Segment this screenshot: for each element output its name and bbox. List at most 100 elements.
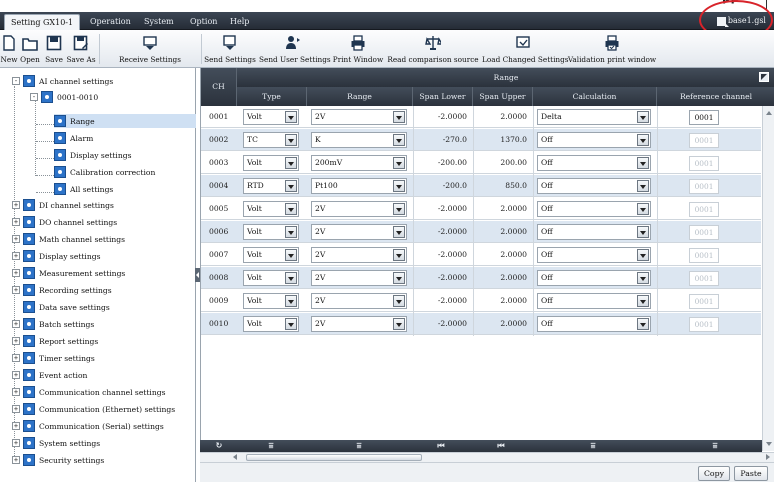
span-upper-cell[interactable]: 2.0000	[473, 221, 533, 243]
type-select[interactable]: Volt	[243, 201, 299, 217]
expand-icon[interactable]: +	[12, 286, 20, 294]
chevron-down-icon[interactable]	[637, 134, 649, 146]
chevron-down-icon[interactable]	[637, 318, 649, 330]
chevron-down-icon[interactable]	[637, 272, 649, 284]
type-select[interactable]: TC	[243, 132, 299, 148]
expand-icon[interactable]: +	[12, 388, 20, 396]
first-record-icon[interactable]: ⏮	[436, 441, 446, 451]
tree-item-communication-serial-settings[interactable]: + Communication (Serial) settings	[12, 419, 164, 433]
expand-icon[interactable]: +	[12, 337, 20, 345]
range-select[interactable]: K	[311, 132, 407, 148]
tab-setting[interactable]: Setting GX10-1	[4, 14, 81, 30]
save-as-button[interactable]: Save As	[66, 32, 96, 66]
chevron-down-icon[interactable]	[393, 180, 405, 192]
type-select[interactable]: RTD	[243, 178, 299, 194]
range-select[interactable]: 2V	[311, 109, 407, 125]
span-lower-cell[interactable]: -2.0000	[413, 244, 473, 266]
filter-icon[interactable]: ⩸	[266, 441, 276, 451]
reference-channel-button[interactable]: 0001	[689, 202, 719, 217]
expand-icon[interactable]: +	[12, 235, 20, 243]
span-upper-cell[interactable]: 2.0000	[473, 267, 533, 289]
expand-icon[interactable]: +	[12, 422, 20, 430]
chevron-down-icon[interactable]	[637, 295, 649, 307]
chevron-down-icon[interactable]	[285, 226, 297, 238]
collapse-icon[interactable]: -	[30, 93, 38, 101]
table-row[interactable]: 0005 Volt 2V -2.0000 2.0000 Off 0001	[201, 198, 761, 220]
calculation-select[interactable]: Off	[537, 316, 651, 332]
scroll-thumb[interactable]	[246, 454, 422, 461]
tree-item-batch-settings[interactable]: + Batch settings	[12, 317, 94, 331]
range-select[interactable]: 2V	[311, 247, 407, 263]
tab-option[interactable]: Option	[184, 14, 223, 30]
table-row[interactable]: 0008 Volt 2V -2.0000 2.0000 Off 0001	[201, 267, 761, 289]
chevron-down-icon[interactable]	[393, 134, 405, 146]
span-upper-cell[interactable]: 2.0000	[473, 244, 533, 266]
table-row[interactable]: 0009 Volt 2V -2.0000 2.0000 Off 0001	[201, 290, 761, 312]
table-row[interactable]: 0010 Volt 2V -2.0000 2.0000 Off 0001	[201, 313, 761, 335]
expand-icon[interactable]: +	[12, 456, 20, 464]
chevron-down-icon[interactable]	[637, 180, 649, 192]
table-row[interactable]: 0002 TC K -270.0 1370.0 Off 0001	[201, 129, 761, 151]
tab-system[interactable]: System	[138, 14, 180, 30]
span-upper-cell[interactable]: 2.0000	[473, 106, 533, 128]
send-settings-button[interactable]: Send Settings	[203, 32, 257, 66]
reference-channel-button[interactable]: 0001	[689, 271, 719, 286]
expand-icon[interactable]: +	[12, 252, 20, 260]
reference-channel-button[interactable]: 0001	[689, 294, 719, 309]
chevron-down-icon[interactable]	[637, 157, 649, 169]
print-window-button[interactable]: Print Window	[331, 32, 385, 66]
scroll-up-icon[interactable]	[765, 109, 773, 117]
collapse-icon[interactable]: -	[12, 77, 20, 85]
chevron-down-icon[interactable]	[285, 180, 297, 192]
span-upper-cell[interactable]: 2.0000	[473, 290, 533, 312]
calculation-select[interactable]: Off	[537, 293, 651, 309]
tree-item-di-channel-settings[interactable]: + DI channel settings	[12, 198, 114, 212]
calculation-select[interactable]: Delta	[537, 109, 651, 125]
span-lower-cell[interactable]: -2.0000	[413, 267, 473, 289]
save-button[interactable]: Save	[44, 32, 64, 66]
scroll-left-icon[interactable]	[233, 454, 237, 460]
chevron-down-icon[interactable]	[393, 203, 405, 215]
span-lower-cell[interactable]: -200.0	[413, 175, 473, 197]
range-select[interactable]: 2V	[311, 224, 407, 240]
tree-item-do-channel-settings[interactable]: + DO channel settings	[12, 215, 117, 229]
tree-item-recording-settings[interactable]: + Recording settings	[12, 283, 112, 297]
chevron-down-icon[interactable]	[285, 318, 297, 330]
chevron-down-icon[interactable]	[285, 134, 297, 146]
expand-icon[interactable]: +	[12, 201, 20, 209]
tree-item-timer-settings[interactable]: + Timer settings	[12, 351, 95, 365]
reference-channel-button[interactable]: 0001	[689, 317, 719, 332]
type-select[interactable]: Volt	[243, 155, 299, 171]
tree-item-ai-channel-settings[interactable]: - AI channel settings	[12, 74, 113, 88]
range-select[interactable]: Pt100	[311, 178, 407, 194]
range-select[interactable]: 200mV	[311, 155, 407, 171]
paste-button[interactable]: Paste	[734, 466, 768, 481]
tree-item-range[interactable]: Range	[54, 114, 196, 128]
range-select[interactable]: 2V	[311, 293, 407, 309]
expand-corner-icon[interactable]	[759, 72, 769, 82]
tree-item-communication-ethernet-settings[interactable]: + Communication (Ethernet) settings	[12, 402, 175, 416]
reference-channel-button[interactable]: 0001	[689, 110, 719, 125]
expand-icon[interactable]: +	[12, 218, 20, 226]
type-select[interactable]: Volt	[243, 109, 299, 125]
filter-icon[interactable]: ⩸	[710, 441, 720, 451]
span-upper-cell[interactable]: 2.0000	[473, 198, 533, 220]
reference-channel-button[interactable]: 0001	[689, 225, 719, 240]
range-select[interactable]: 2V	[311, 316, 407, 332]
calculation-select[interactable]: Off	[537, 201, 651, 217]
tree-item-math-channel-settings[interactable]: + Math channel settings	[12, 232, 125, 246]
type-select[interactable]: Volt	[243, 270, 299, 286]
span-lower-cell[interactable]: -270.0	[413, 129, 473, 151]
calculation-select[interactable]: Off	[537, 224, 651, 240]
calculation-select[interactable]: Off	[537, 132, 651, 148]
chevron-down-icon[interactable]	[285, 272, 297, 284]
chevron-down-icon[interactable]	[285, 295, 297, 307]
calculation-select[interactable]: Off	[537, 247, 651, 263]
span-upper-cell[interactable]: 200.00	[473, 152, 533, 174]
read-comparison-source-button[interactable]: Read comparison source	[386, 32, 480, 66]
calculation-select[interactable]: Off	[537, 270, 651, 286]
span-lower-cell[interactable]: -2.0000	[413, 221, 473, 243]
send-user-settings-button[interactable]: Send User Settings	[259, 32, 331, 66]
table-row[interactable]: 0006 Volt 2V -2.0000 2.0000 Off 0001	[201, 221, 761, 243]
type-select[interactable]: Volt	[243, 224, 299, 240]
